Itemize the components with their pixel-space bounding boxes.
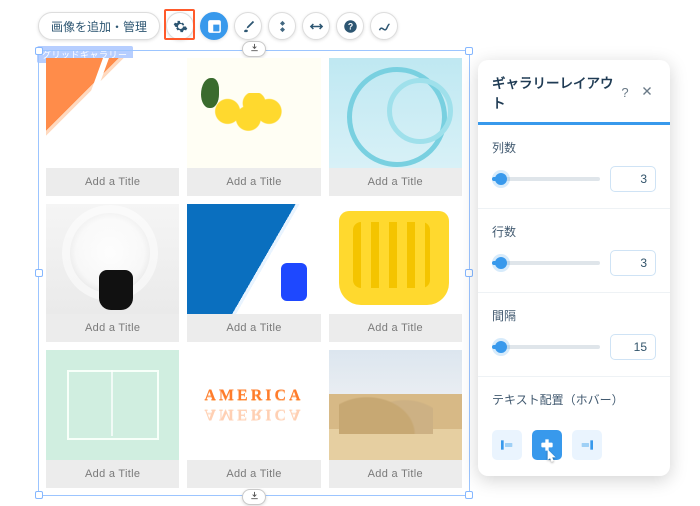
layout-panel: ギャラリーレイアウト ? 列数 3 行数 3 間隔 15 テキスト配置（ホバ bbox=[478, 60, 670, 476]
settings-button[interactable] bbox=[166, 12, 194, 40]
slider-knob[interactable] bbox=[495, 173, 507, 185]
thumbnail bbox=[329, 204, 462, 314]
slider-knob[interactable] bbox=[495, 257, 507, 269]
gallery-item[interactable]: Add a Title bbox=[46, 204, 179, 342]
caption: Add a Title bbox=[329, 460, 462, 488]
align-center-button[interactable] bbox=[532, 430, 562, 460]
panel-close-button[interactable] bbox=[636, 81, 658, 103]
help-icon: ? bbox=[621, 85, 628, 100]
columns-input[interactable]: 3 bbox=[610, 166, 656, 192]
arrows-h-icon bbox=[309, 19, 324, 34]
rows-input[interactable]: 3 bbox=[610, 250, 656, 276]
panel-help-button[interactable]: ? bbox=[614, 81, 636, 103]
caption: Add a Title bbox=[187, 460, 320, 488]
collapse-top-button[interactable] bbox=[242, 41, 266, 57]
gallery-grid: Add a Title Add a Title Add a Title Add … bbox=[46, 58, 462, 488]
caption: Add a Title bbox=[329, 314, 462, 342]
resize-handle[interactable] bbox=[465, 491, 473, 499]
thumbnail bbox=[187, 58, 320, 168]
gallery-item[interactable]: Add a Title bbox=[329, 350, 462, 488]
resize-handle[interactable] bbox=[35, 491, 43, 499]
animation-button[interactable] bbox=[268, 12, 296, 40]
svg-text:?: ? bbox=[347, 21, 352, 31]
resize-handle[interactable] bbox=[465, 47, 473, 55]
slider-knob[interactable] bbox=[495, 341, 507, 353]
gallery-item[interactable]: Add a Title bbox=[329, 58, 462, 196]
columns-field: 列数 3 bbox=[478, 125, 670, 192]
panel-header: ギャラリーレイアウト ? bbox=[478, 60, 670, 125]
download-icon bbox=[249, 40, 260, 58]
resize-handle[interactable] bbox=[35, 269, 43, 277]
text-align-options bbox=[478, 418, 670, 460]
field-label: 行数 bbox=[492, 223, 656, 240]
brush-icon bbox=[241, 19, 256, 34]
thumbnail bbox=[46, 58, 179, 168]
caption: Add a Title bbox=[46, 314, 179, 342]
help-button[interactable]: ? bbox=[336, 12, 364, 40]
design-button[interactable] bbox=[234, 12, 262, 40]
help-icon: ? bbox=[343, 19, 358, 34]
thumbnail bbox=[187, 204, 320, 314]
gallery-item[interactable]: Add a Title bbox=[187, 58, 320, 196]
caption: Add a Title bbox=[187, 314, 320, 342]
spacing-input[interactable]: 15 bbox=[610, 334, 656, 360]
spacing-slider[interactable] bbox=[492, 345, 600, 349]
align-right-button[interactable] bbox=[572, 430, 602, 460]
overlay-text-reflection: AMERICA bbox=[204, 405, 303, 422]
field-label: テキスト配置（ホバー） bbox=[492, 391, 656, 408]
thumbnail bbox=[46, 204, 179, 314]
gallery-item[interactable]: Add a Title bbox=[187, 204, 320, 342]
thumbnail bbox=[329, 58, 462, 168]
rows-slider[interactable] bbox=[492, 261, 600, 265]
field-label: 列数 bbox=[492, 139, 656, 156]
rows-field: 行数 3 bbox=[478, 208, 670, 276]
thumbnail: AMERICA AMERICA bbox=[187, 350, 320, 460]
layout-button[interactable] bbox=[200, 12, 228, 40]
path-button[interactable] bbox=[370, 12, 398, 40]
stretch-button[interactable] bbox=[302, 12, 330, 40]
resize-handle[interactable] bbox=[465, 269, 473, 277]
panel-title: ギャラリーレイアウト bbox=[492, 72, 614, 112]
gallery-item[interactable]: AMERICA AMERICA Add a Title bbox=[187, 350, 320, 488]
collapse-bottom-button[interactable] bbox=[242, 489, 266, 505]
caption: Add a Title bbox=[329, 168, 462, 196]
caption: Add a Title bbox=[46, 168, 179, 196]
layout-icon bbox=[207, 19, 222, 34]
thumbnail bbox=[329, 350, 462, 460]
download-icon bbox=[249, 488, 260, 506]
overlay-text: AMERICA bbox=[204, 388, 303, 405]
resize-handle[interactable] bbox=[35, 47, 43, 55]
text-align-field: テキスト配置（ホバー） bbox=[478, 376, 670, 408]
diamond-icon bbox=[275, 19, 290, 34]
caption: Add a Title bbox=[46, 460, 179, 488]
gallery-item[interactable]: Add a Title bbox=[46, 350, 179, 488]
close-icon bbox=[640, 84, 654, 101]
manage-images-button[interactable]: 画像を追加・管理 bbox=[38, 12, 160, 40]
gallery-item[interactable]: Add a Title bbox=[329, 204, 462, 342]
spacing-field: 間隔 15 bbox=[478, 292, 670, 360]
caption: Add a Title bbox=[187, 168, 320, 196]
gear-icon bbox=[173, 19, 188, 34]
thumbnail bbox=[46, 350, 179, 460]
path-icon bbox=[377, 19, 392, 34]
gallery-item[interactable]: Add a Title bbox=[46, 58, 179, 196]
component-toolbar: 画像を追加・管理 ? bbox=[38, 12, 398, 40]
grid-gallery[interactable]: グリッドギャラリー Add a Title Add a Title Add a … bbox=[38, 50, 470, 496]
align-left-button[interactable] bbox=[492, 430, 522, 460]
field-label: 間隔 bbox=[492, 307, 656, 324]
columns-slider[interactable] bbox=[492, 177, 600, 181]
